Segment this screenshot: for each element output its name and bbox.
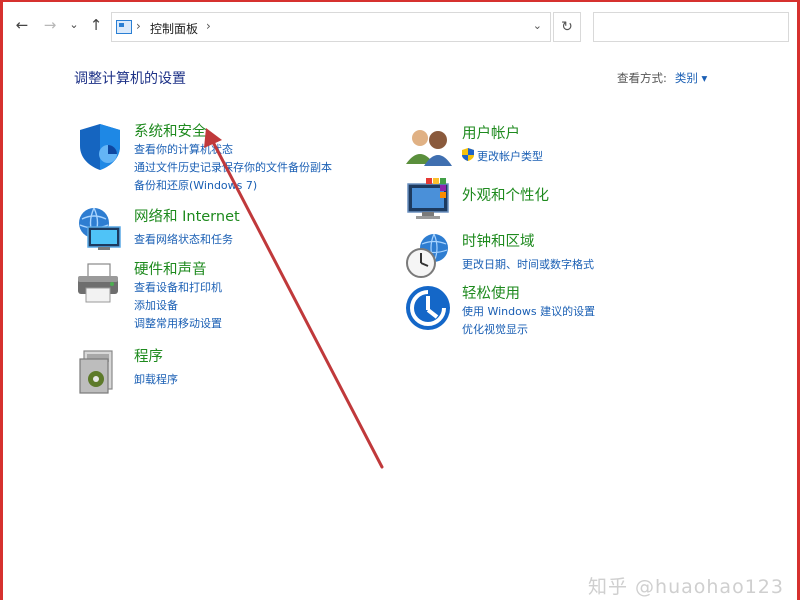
network-globe-icon: [79, 207, 121, 250]
uac-shield-icon: [462, 148, 474, 161]
category-clock-region: 时钟和区域 更改日期、时间或数字格式: [404, 230, 704, 280]
category-appearance: 外观和个性化: [404, 176, 704, 226]
link-change-date-time[interactable]: 更改日期、时间或数字格式: [462, 256, 594, 272]
shield-icon: [80, 124, 120, 170]
category-title[interactable]: 外观和个性化: [462, 184, 549, 205]
category-title[interactable]: 程序: [134, 345, 163, 366]
printer-icon: [78, 263, 118, 303]
link-view-computer-status[interactable]: 查看你的计算机状态: [134, 141, 233, 157]
link-windows-recommended-settings[interactable]: 使用 Windows 建议的设置: [462, 303, 595, 319]
link-optimize-visual-display[interactable]: 优化视觉显示: [462, 321, 528, 337]
link-add-device[interactable]: 添加设备: [134, 297, 178, 313]
category-title[interactable]: 硬件和声音: [134, 258, 207, 279]
category-system-security: 系统和安全 查看你的计算机状态 通过文件历史记录保存你的文件备份副本 备份和还原…: [74, 120, 374, 195]
clock-globe-icon: [406, 233, 448, 278]
category-title[interactable]: 轻松使用: [462, 282, 520, 303]
search-input[interactable]: [593, 12, 789, 42]
view-by-dropdown[interactable]: 类别 ▾: [675, 71, 707, 85]
back-button[interactable]: ←: [13, 16, 31, 34]
category-hardware-sound: 硬件和声音 查看设备和打印机 添加设备 调整常用移动设置: [74, 258, 374, 338]
link-file-history[interactable]: 通过文件历史记录保存你的文件备份副本: [134, 159, 332, 175]
user-accounts-icon: [406, 130, 452, 166]
category-network-internet: 网络和 Internet 查看网络状态和任务: [74, 205, 374, 255]
view-by-label: 查看方式:: [617, 71, 667, 85]
refresh-button[interactable]: ↻: [553, 12, 581, 42]
category-title[interactable]: 用户帐户: [462, 122, 520, 143]
breadcrumb-separator: ›: [136, 19, 141, 33]
navigation-bar: ← → ⌄ ↑ › 控制面板 › ⌄ ↻: [3, 2, 797, 52]
link-mobility-settings[interactable]: 调整常用移动设置: [134, 315, 222, 331]
appearance-monitor-icon: [407, 178, 449, 219]
ease-of-access-icon: [406, 286, 450, 330]
link-change-account-type[interactable]: 更改帐户类型: [477, 148, 543, 164]
link-uninstall-program[interactable]: 卸载程序: [134, 371, 178, 387]
breadcrumb-separator[interactable]: ›: [206, 19, 211, 33]
forward-button[interactable]: →: [41, 16, 59, 34]
category-title[interactable]: 网络和 Internet: [134, 205, 240, 226]
link-devices-printers[interactable]: 查看设备和打印机: [134, 279, 222, 295]
recent-locations-button[interactable]: ⌄: [65, 16, 83, 34]
category-ease-of-access: 轻松使用 使用 Windows 建议的设置 优化视觉显示: [404, 282, 704, 342]
category-title[interactable]: 时钟和区域: [462, 230, 535, 251]
address-dropdown-icon[interactable]: ⌄: [533, 19, 542, 32]
link-network-status[interactable]: 查看网络状态和任务: [134, 231, 233, 247]
link-backup-restore[interactable]: 备份和还原(Windows 7): [134, 177, 257, 193]
watermark: 知乎 @huaohao123: [588, 576, 784, 598]
page-title: 调整计算机的设置: [74, 71, 186, 87]
breadcrumb-control-panel[interactable]: 控制面板: [150, 20, 198, 37]
category-programs: 程序 卸载程序: [74, 345, 374, 397]
view-by: 查看方式: 类别 ▾: [617, 70, 707, 86]
programs-icon: [79, 350, 113, 394]
category-user-accounts: 用户帐户 更改帐户类型: [404, 122, 704, 172]
control-panel-icon: [116, 20, 132, 34]
up-button[interactable]: ↑: [87, 16, 105, 34]
address-bar[interactable]: › 控制面板 › ⌄: [111, 12, 551, 42]
category-title[interactable]: 系统和安全: [134, 120, 207, 141]
